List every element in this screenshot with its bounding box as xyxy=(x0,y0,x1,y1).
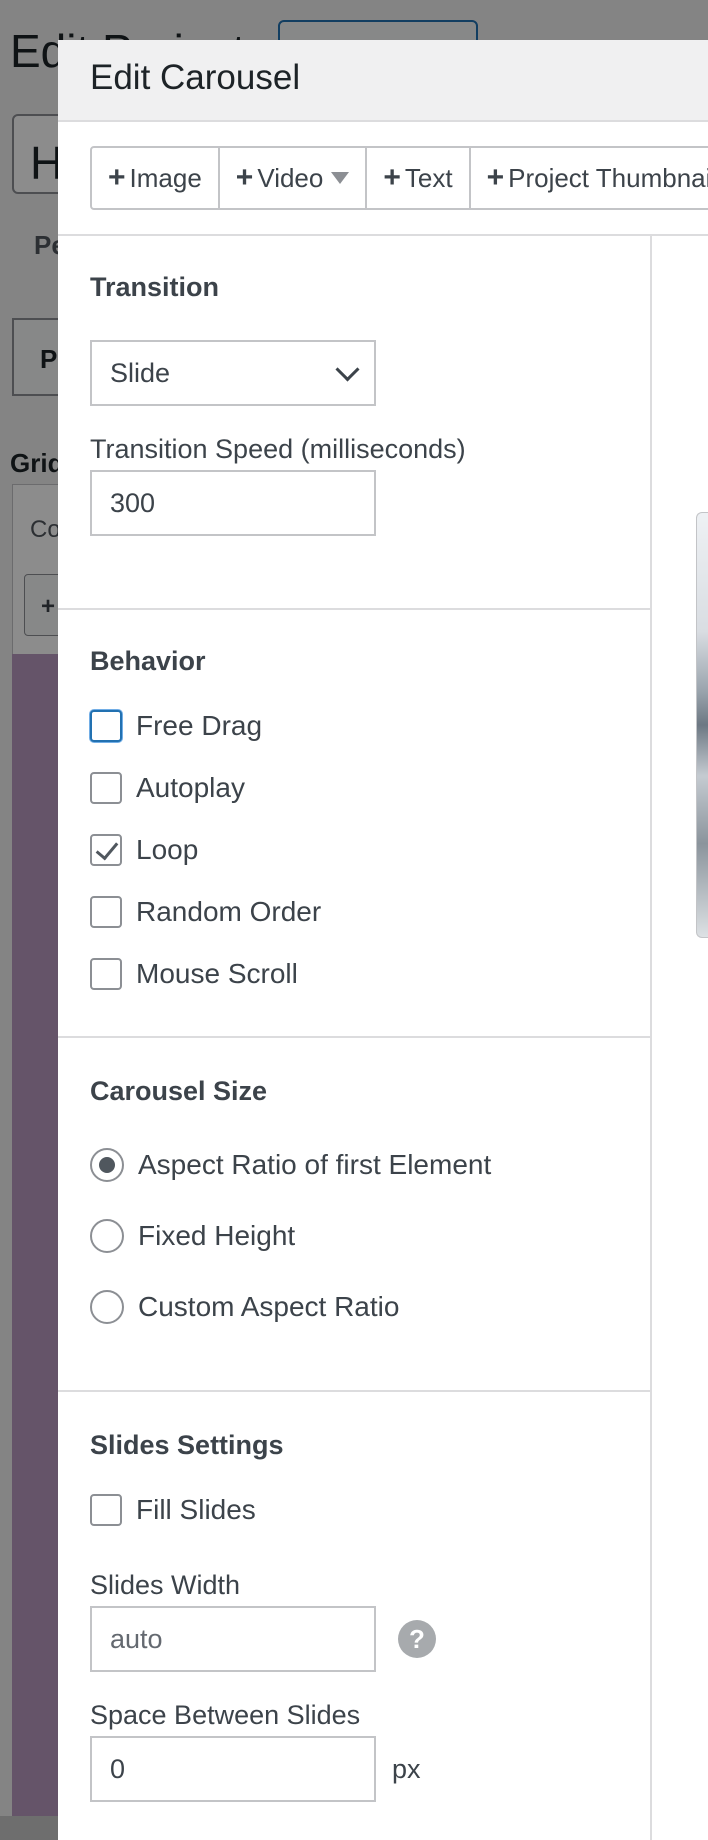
fixed-height-radio[interactable] xyxy=(90,1219,124,1253)
fill-slides-label: Fill Slides xyxy=(136,1494,256,1525)
transition-type-value: Slide xyxy=(110,357,171,388)
add-image-label: Image xyxy=(129,162,202,193)
transition-type-select[interactable]: Slide xyxy=(90,340,376,406)
random-order-label: Random Order xyxy=(136,896,322,927)
carousel-size-section: Carousel Size Aspect Ratio of first Elem… xyxy=(58,1036,650,1392)
add-text-label: Text xyxy=(404,162,453,193)
custom-aspect-ratio-radio[interactable] xyxy=(90,1290,124,1324)
plus-icon: + xyxy=(108,161,126,194)
custom-aspect-ratio-label: Custom Aspect Ratio xyxy=(138,1291,400,1322)
behavior-section: Behavior Free Drag Autoplay Loop Random … xyxy=(58,608,650,1038)
space-between-slides-label: Space Between Slides xyxy=(90,1700,361,1730)
carousel-settings-sidebar: Transition Slide Transition Speed (milli… xyxy=(58,234,652,1840)
caret-down-icon xyxy=(331,172,350,184)
aspect-ratio-first-radio[interactable] xyxy=(90,1148,124,1182)
add-text-button[interactable]: + Text xyxy=(365,146,471,210)
mouse-scroll-option[interactable]: Mouse Scroll xyxy=(90,958,298,990)
custom-aspect-ratio-option[interactable]: Custom Aspect Ratio xyxy=(90,1290,399,1324)
behavior-heading: Behavior xyxy=(90,646,206,676)
add-video-button[interactable]: + Video xyxy=(217,146,368,210)
transition-section: Transition Slide Transition Speed (milli… xyxy=(58,234,650,610)
space-unit-label: px xyxy=(392,1754,421,1784)
free-drag-label: Free Drag xyxy=(136,710,263,741)
aspect-ratio-first-label: Aspect Ratio of first Element xyxy=(138,1149,492,1180)
plus-icon: + xyxy=(235,161,254,194)
radio-selected-dot xyxy=(99,1157,115,1173)
plus-icon: + xyxy=(383,161,401,194)
loop-checkbox[interactable] xyxy=(90,834,122,866)
loop-option[interactable]: Loop xyxy=(90,834,198,866)
space-between-slides-input[interactable]: 0 xyxy=(90,1736,376,1802)
add-element-toolbar: + Image + Video + Text + Project Thumbna… xyxy=(58,122,708,236)
add-project-thumbnail-button[interactable]: + Project Thumbnail xyxy=(468,146,708,210)
add-image-button[interactable]: + Image xyxy=(90,146,220,210)
space-between-slides-value: 0 xyxy=(110,1753,126,1784)
fill-slides-option[interactable]: Fill Slides xyxy=(90,1494,256,1526)
edit-carousel-modal: Edit Carousel + Image + Video + Text + P… xyxy=(58,40,708,1840)
slides-width-placeholder: auto xyxy=(110,1623,163,1654)
random-order-checkbox[interactable] xyxy=(90,896,122,928)
plus-icon: + xyxy=(486,161,505,194)
question-icon[interactable]: ? xyxy=(398,1620,436,1658)
add-button-group: + Image + Video + Text + Project Thumbna… xyxy=(90,146,708,210)
mouse-scroll-checkbox[interactable] xyxy=(90,958,122,990)
free-drag-option[interactable]: Free Drag xyxy=(90,710,262,742)
loop-label: Loop xyxy=(136,834,199,865)
free-drag-checkbox[interactable] xyxy=(90,710,122,742)
slides-width-input[interactable]: auto xyxy=(90,1606,376,1672)
aspect-ratio-first-option[interactable]: Aspect Ratio of first Element xyxy=(90,1148,491,1182)
add-project-thumbnail-label: Project Thumbnail xyxy=(508,162,708,193)
chevron-down-icon xyxy=(335,356,360,382)
fill-slides-checkbox[interactable] xyxy=(90,1494,122,1526)
transition-speed-value: 300 xyxy=(110,487,156,518)
fixed-height-label: Fixed Height xyxy=(138,1220,296,1251)
mouse-scroll-label: Mouse Scroll xyxy=(136,958,298,989)
slides-width-label: Slides Width xyxy=(90,1570,241,1600)
add-video-label: Video xyxy=(257,162,324,193)
random-order-option[interactable]: Random Order xyxy=(90,896,321,928)
carousel-size-heading: Carousel Size xyxy=(90,1076,268,1106)
modal-header: Edit Carousel xyxy=(58,40,708,122)
carousel-preview-image xyxy=(696,512,708,938)
autoplay-option[interactable]: Autoplay xyxy=(90,772,245,804)
transition-speed-input[interactable]: 300 xyxy=(90,470,376,536)
fixed-height-option[interactable]: Fixed Height xyxy=(90,1219,295,1253)
modal-title: Edit Carousel xyxy=(90,58,301,97)
slides-settings-heading: Slides Settings xyxy=(90,1430,284,1460)
checkmark-icon xyxy=(95,836,119,861)
autoplay-checkbox[interactable] xyxy=(90,772,122,804)
autoplay-label: Autoplay xyxy=(136,772,245,803)
transition-heading: Transition xyxy=(90,272,220,302)
transition-speed-label: Transition Speed (milliseconds) xyxy=(90,434,466,464)
slides-settings-section: Slides Settings Fill Slides Slides Width… xyxy=(58,1390,650,1840)
